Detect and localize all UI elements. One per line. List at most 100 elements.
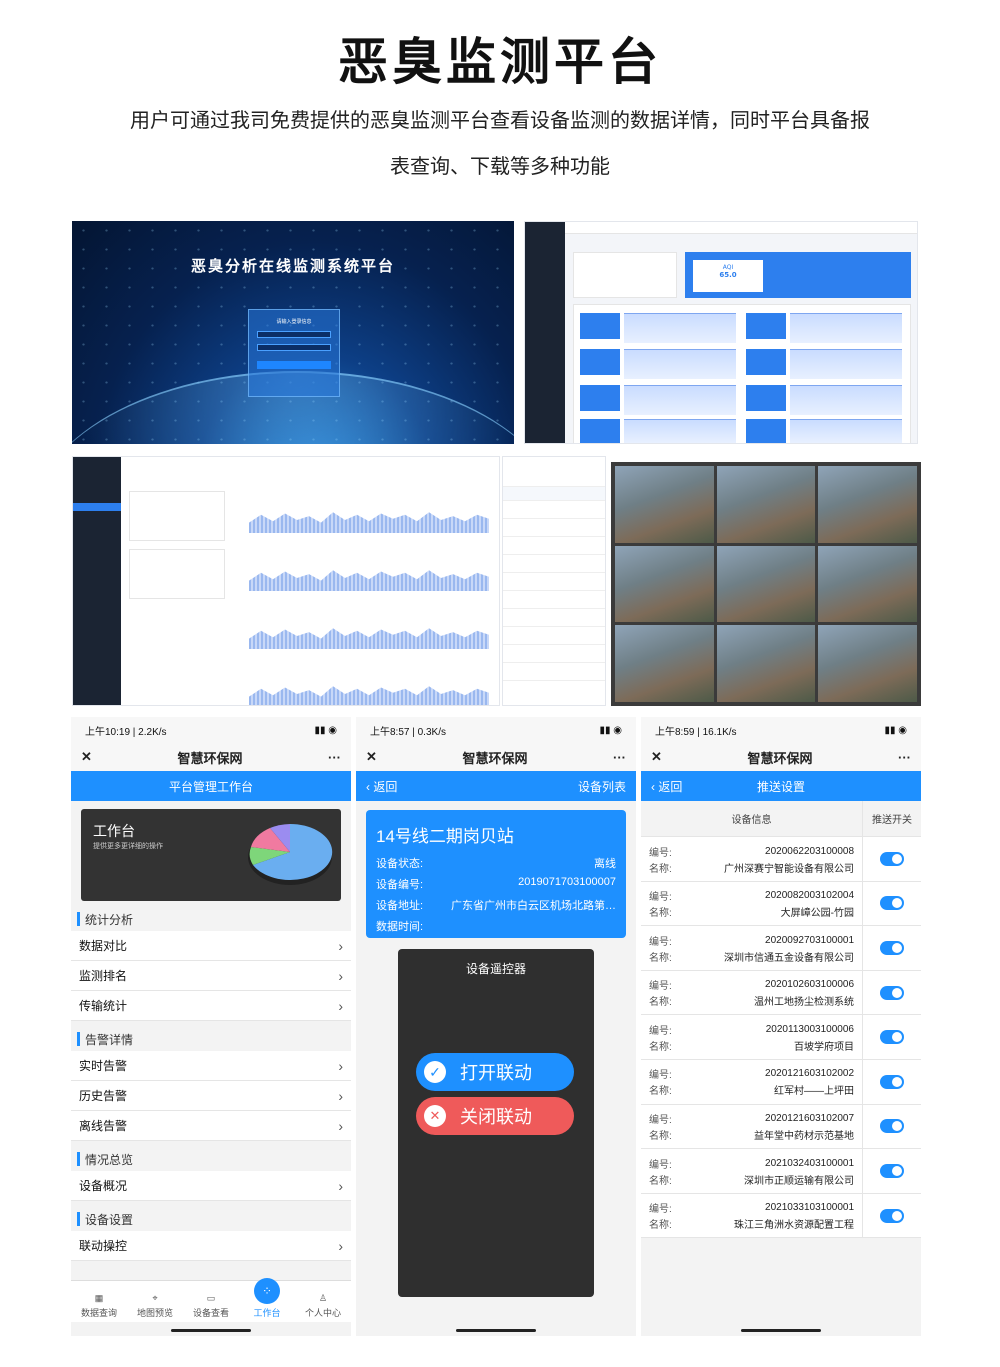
back-button[interactable]: ‹ 返回 — [651, 778, 682, 795]
device-name: 深圳市正顺运输有限公司 — [744, 1175, 854, 1187]
section-header: 情况总览 — [71, 1147, 351, 1171]
device-card: 14号线二期岗贝站 设备状态: 离线 设备编号: 2019071703100007 … — [366, 810, 626, 938]
col-push-switch: 推送开关 — [872, 815, 912, 826]
name-key: 名称: — [649, 1175, 672, 1187]
chevron-right-icon: › — [338, 1117, 343, 1134]
menu-item-label: 实时告警 — [79, 1059, 128, 1073]
menu-item[interactable]: 历史告警 › — [71, 1081, 351, 1111]
phone-push-settings: 上午8:59 | 16.1K/s ▮▮ ◉ ✕ 智慧环保网 ··· ‹ 返回 推… — [641, 717, 921, 1336]
sidebar — [73, 457, 121, 705]
camera-view[interactable] — [615, 625, 714, 702]
code-key: 编号: — [649, 936, 672, 948]
more-icon[interactable]: ··· — [328, 750, 341, 765]
menu-item[interactable]: 数据对比 › — [71, 931, 351, 961]
push-toggle[interactable] — [880, 1163, 904, 1178]
addr-value: 广东省广州市白云区机场北路第… — [451, 900, 616, 912]
close-icon[interactable]: ✕ — [366, 749, 377, 765]
close-icon[interactable]: ✕ — [81, 749, 92, 765]
code-key: 编号: — [649, 1159, 672, 1171]
device-code: 2020102603100006 — [765, 979, 854, 991]
camera-view[interactable] — [818, 545, 917, 623]
tab-map[interactable]: ⌖ 地图预览 — [130, 1293, 180, 1319]
menu-item[interactable]: 监测排名 › — [71, 961, 351, 991]
workbench-bar: 平台管理工作台 — [71, 771, 351, 801]
section-title: 告警详情 — [85, 1032, 134, 1047]
push-toggle[interactable] — [880, 1030, 904, 1045]
device-info-cell: 编号: 2020113003100006 名称: 百坡学府项目 — [641, 1015, 863, 1059]
topbar — [565, 222, 917, 234]
camera-view[interactable] — [615, 545, 714, 623]
menu-item[interactable]: 设备概况 › — [71, 1171, 351, 1201]
username-field[interactable] — [257, 331, 331, 338]
device-code: 2020121603102007 — [765, 1113, 854, 1125]
workbench-card: 工作台 提供更多更详细的操作 — [81, 809, 341, 901]
menu-item-label: 历史告警 — [79, 1089, 128, 1103]
push-toggle[interactable] — [880, 940, 904, 955]
menu-item[interactable]: 实时告警 › — [71, 1051, 351, 1081]
bar-title: 平台管理工作台 — [168, 779, 253, 794]
open-linkage-button[interactable]: ✓ 打开联动 — [416, 1053, 574, 1091]
device-name: 益年堂中药材示范基地 — [754, 1131, 854, 1143]
tab-profile[interactable]: ♙ 个人中心 — [298, 1293, 348, 1319]
chevron-right-icon: › — [338, 1177, 343, 1194]
password-field[interactable] — [257, 344, 331, 351]
push-toggle[interactable] — [880, 985, 904, 1000]
section-header: 告警详情 — [71, 1027, 351, 1051]
tab-data-query[interactable]: ▦ 数据查询 — [74, 1293, 124, 1319]
aqi-panel: AQI 65.0 — [685, 252, 911, 298]
name-key: 名称: — [649, 908, 672, 920]
code-key: 编号: — [649, 1025, 672, 1037]
code-key: 编号: — [649, 892, 672, 904]
device-info-cell: 编号: 2020121603102002 名称: 红军村——上坪田 — [641, 1059, 863, 1104]
camera-view[interactable] — [615, 466, 714, 543]
push-toggle[interactable] — [880, 896, 904, 911]
push-toggle[interactable] — [880, 1119, 904, 1134]
back-button[interactable]: ‹ 返回 — [366, 778, 397, 795]
tab-label: 工作台 — [253, 1308, 281, 1318]
col-device-info: 设备信息 — [641, 801, 863, 836]
camera-view[interactable] — [716, 625, 816, 702]
menu-item[interactable]: 传输统计 › — [71, 991, 351, 1021]
switch-cell — [863, 837, 921, 881]
push-toggle[interactable] — [880, 1208, 904, 1223]
tab-devices[interactable]: ▭ 设备查看 — [186, 1293, 236, 1319]
device-list-link[interactable]: 设备列表 — [578, 778, 626, 795]
table-row: 编号: 2021032403100001 名称: 深圳市正顺运输有限公司 — [641, 1149, 921, 1194]
camera-view[interactable] — [716, 466, 816, 543]
camera-view[interactable] — [818, 466, 917, 543]
map-pin-icon: ⌖ — [152, 1293, 158, 1303]
more-icon[interactable]: ··· — [613, 750, 626, 765]
grid-icon: ⁘ — [254, 1278, 280, 1304]
series-wave-3 — [249, 628, 489, 649]
device-code: 2021032403100001 — [765, 1157, 854, 1169]
device-info-cell: 编号: 2021032403100001 名称: 深圳市正顺运输有限公司 — [641, 1149, 863, 1193]
table-row: 编号: 2020082003102004 名称: 大屏嶂公园-竹园 — [641, 881, 921, 927]
home-indicator — [741, 1329, 821, 1332]
name-key: 名称: — [649, 1086, 672, 1098]
device-name: 红军村——上坪田 — [774, 1086, 854, 1098]
battery-icon: ▮▮ ◉ — [314, 724, 337, 736]
battery-icon: ▮▮ ◉ — [884, 724, 907, 736]
login-title: 恶臭分析在线监测系统平台 — [190, 257, 395, 275]
menu-item[interactable]: 离线告警 › — [71, 1111, 351, 1141]
remote-title: 设备遥控器 — [465, 962, 526, 976]
push-toggle[interactable] — [880, 1074, 904, 1089]
menu-item-label: 数据对比 — [79, 939, 128, 953]
device-info-cell: 编号: 2020092703100001 名称: 深圳市信通五金设备有限公司 — [641, 926, 863, 970]
menu-item[interactable]: 联动操控 › — [71, 1231, 351, 1261]
back-label: 返回 — [658, 779, 683, 794]
login-button[interactable] — [257, 361, 331, 369]
chevron-right-icon: › — [338, 1087, 343, 1104]
device-bar: ‹ 返回 设备列表 — [356, 771, 636, 801]
device-info-cell: 编号: 2020102603100006 名称: 温州工地扬尘检测系统 — [641, 970, 863, 1015]
push-bar: ‹ 返回 推送设置 — [641, 771, 921, 801]
camera-view[interactable] — [716, 545, 816, 623]
tab-workbench[interactable]: ⁘ 工作台 — [242, 1278, 292, 1319]
login-box-title: 请输入登录信息 — [276, 319, 312, 325]
switch-cell — [863, 1105, 921, 1149]
close-linkage-button[interactable]: ✕ 关闭联动 — [416, 1097, 574, 1135]
close-icon[interactable]: ✕ — [651, 749, 662, 765]
more-icon[interactable]: ··· — [898, 750, 911, 765]
camera-view[interactable] — [818, 625, 917, 702]
push-toggle[interactable] — [880, 851, 904, 866]
